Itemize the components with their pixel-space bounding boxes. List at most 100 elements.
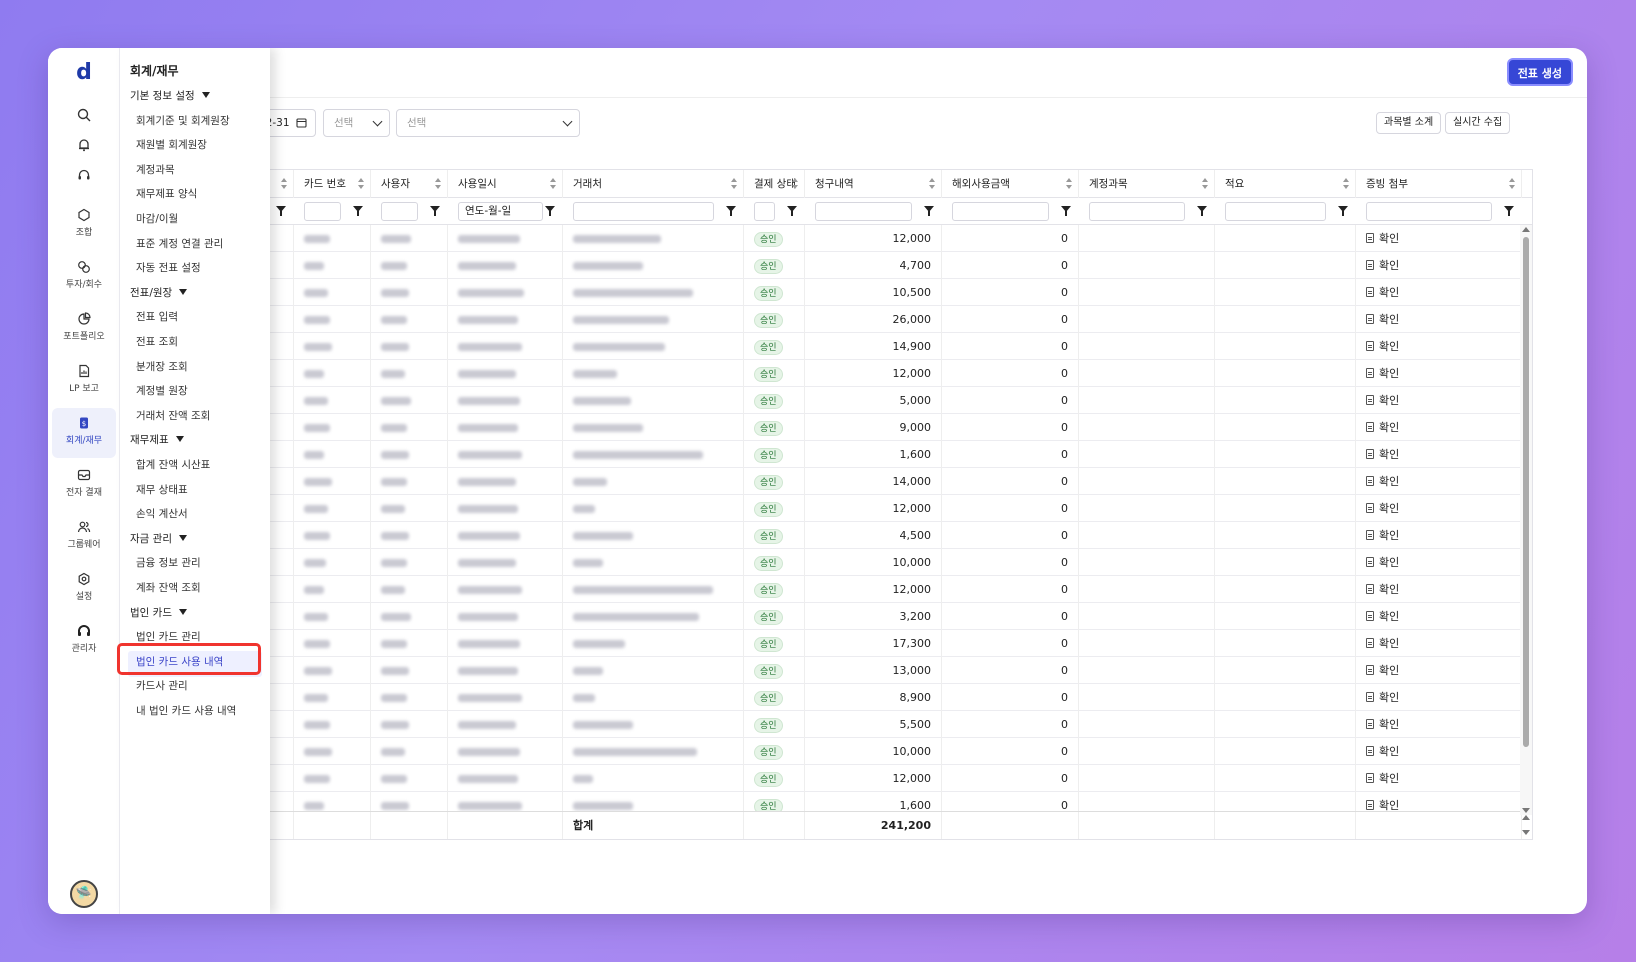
proof-link[interactable]: 확인 [1379, 691, 1399, 704]
submenu-group[interactable]: 법인 카드 [130, 605, 187, 620]
table-row[interactable]: 드승인5,0000확인 [121, 387, 1532, 414]
submenu-item[interactable]: 분개장 조회 [136, 359, 188, 374]
scrollbar-thumb[interactable] [1523, 237, 1529, 747]
sort-icon[interactable] [1066, 178, 1072, 190]
vertical-scrollbar[interactable] [1520, 225, 1532, 815]
filter-icon[interactable] [545, 206, 555, 216]
column-filter-input[interactable] [952, 202, 1049, 221]
submenu-item[interactable]: 재원별 회계원장 [136, 137, 207, 152]
proof-link[interactable]: 확인 [1379, 772, 1399, 785]
submenu-item[interactable]: 전표 조회 [136, 334, 178, 349]
table-row[interactable]: 드승인26,0000확인 [121, 306, 1532, 333]
proof-link[interactable]: 확인 [1379, 421, 1399, 434]
table-row[interactable]: 드승인10,0000확인 [121, 549, 1532, 576]
create-voucher-button[interactable]: 전표 생성 [1506, 58, 1573, 86]
column-filter-input[interactable] [381, 202, 418, 221]
submenu-item[interactable]: 표준 계정 연결 관리 [136, 236, 223, 251]
proof-link[interactable]: 확인 [1379, 583, 1399, 596]
subtotal-button[interactable]: 과목별 소계 [1376, 112, 1442, 134]
column-filter-input[interactable] [754, 202, 775, 221]
table-row[interactable]: 드승인14,9000확인 [121, 333, 1532, 360]
table-row[interactable]: 드승인13,0000확인 [121, 657, 1532, 684]
submenu-item[interactable]: 회계기준 및 회계원장 [136, 113, 230, 128]
proof-link[interactable]: 확인 [1379, 610, 1399, 623]
column-header[interactable]: 증빙 첨부 [1356, 170, 1522, 198]
column-header[interactable]: 계정과목 [1079, 170, 1215, 198]
column-header[interactable]: 적요 [1215, 170, 1356, 198]
rail-item-lp[interactable]: LP 보고 [52, 356, 116, 406]
filter-icon[interactable] [1504, 206, 1514, 216]
proof-link[interactable]: 확인 [1379, 637, 1399, 650]
submenu-item[interactable]: 내 법인 카드 사용 내역 [136, 703, 236, 718]
filter-icon[interactable] [1061, 206, 1071, 216]
search-icon[interactable] [48, 108, 120, 122]
sort-icon[interactable] [731, 178, 737, 190]
rail-item-portfolio[interactable]: 포트폴리오 [52, 304, 116, 354]
date-filter-input[interactable]: 연도-월-일 [458, 202, 543, 221]
proof-link[interactable]: 확인 [1379, 502, 1399, 515]
submenu-item[interactable]: 계정별 원장 [136, 383, 188, 398]
column-filter-input[interactable] [1225, 202, 1326, 221]
proof-link[interactable]: 확인 [1379, 232, 1399, 245]
table-row[interactable]: 드승인12,0000확인 [121, 495, 1532, 522]
user-avatar[interactable]: 🛸 [70, 880, 98, 908]
submenu-item[interactable]: 마감/이월 [136, 211, 178, 226]
column-header[interactable]: 사용자 [371, 170, 448, 198]
sort-icon[interactable] [929, 178, 935, 190]
table-row[interactable]: 드승인10,5000확인 [121, 279, 1532, 306]
rail-item-admin[interactable]: 관리자 [52, 616, 116, 666]
proof-link[interactable]: 확인 [1379, 259, 1399, 272]
submenu-item[interactable]: 자동 전표 설정 [136, 260, 201, 275]
bell-icon[interactable] [48, 138, 120, 152]
submenu-item[interactable]: 손익 계산서 [136, 506, 188, 521]
column-header[interactable]: 결제 상태 [744, 170, 805, 198]
column-filter-input[interactable] [573, 202, 714, 221]
table-row[interactable]: 드승인12,0000확인 [121, 576, 1532, 603]
table-row[interactable]: 드승인12,0000확인 [121, 225, 1532, 252]
table-row[interactable]: 드승인5,5000확인 [121, 711, 1532, 738]
sort-icon[interactable] [358, 178, 364, 190]
submenu-group[interactable]: 재무제표 [130, 432, 184, 447]
table-row[interactable]: 드승인9,0000확인 [121, 414, 1532, 441]
realtime-collect-button[interactable]: 실시간 수집 [1445, 112, 1511, 134]
proof-link[interactable]: 확인 [1379, 313, 1399, 326]
column-header[interactable]: 해외사용금액 [942, 170, 1079, 198]
column-header[interactable]: 카드 번호 [294, 170, 371, 198]
sort-icon[interactable] [435, 178, 441, 190]
submenu-group[interactable]: 자금 관리 [130, 531, 187, 546]
sort-icon[interactable] [1202, 178, 1208, 190]
column-header[interactable]: 청구내역 [805, 170, 942, 198]
proof-link[interactable]: 확인 [1379, 556, 1399, 569]
select-2[interactable]: 선택 [396, 109, 580, 137]
rail-item-settings[interactable]: 설정 [52, 564, 116, 614]
proof-link[interactable]: 확인 [1379, 340, 1399, 353]
column-filter-input[interactable] [1089, 202, 1185, 221]
filter-icon[interactable] [276, 206, 286, 216]
table-row[interactable]: 드승인17,3000확인 [121, 630, 1532, 657]
submenu-group[interactable]: 전표/원장 [130, 285, 187, 300]
submenu-item[interactable]: 계정과목 [136, 162, 175, 177]
filter-icon[interactable] [1338, 206, 1348, 216]
table-row[interactable]: 드승인12,0000확인 [121, 360, 1532, 387]
table-row[interactable]: 드승인4,5000확인 [121, 522, 1532, 549]
sort-icon[interactable] [550, 178, 556, 190]
filter-icon[interactable] [726, 206, 736, 216]
proof-link[interactable]: 확인 [1379, 475, 1399, 488]
column-filter-input[interactable] [1366, 202, 1492, 221]
table-row[interactable]: 드승인8,9000확인 [121, 684, 1532, 711]
filter-icon[interactable] [924, 206, 934, 216]
sort-icon[interactable] [1509, 178, 1515, 190]
submenu-item[interactable]: 금융 정보 관리 [136, 555, 201, 570]
table-row[interactable]: 드승인1,6000확인 [121, 441, 1532, 468]
table-row[interactable]: 드승인4,7000확인 [121, 252, 1532, 279]
column-filter-input[interactable] [815, 202, 912, 221]
rail-item-approval[interactable]: 전자 결재 [52, 460, 116, 510]
submenu-item[interactable]: 카드사 관리 [136, 678, 188, 693]
filter-icon[interactable] [787, 206, 797, 216]
proof-link[interactable]: 확인 [1379, 286, 1399, 299]
proof-link[interactable]: 확인 [1379, 394, 1399, 407]
column-header[interactable]: 거래처 [563, 170, 744, 198]
sort-icon[interactable] [1343, 178, 1349, 190]
table-row[interactable]: 드승인3,2000확인 [121, 603, 1532, 630]
rail-item-invest[interactable]: 투자/회수 [52, 252, 116, 302]
